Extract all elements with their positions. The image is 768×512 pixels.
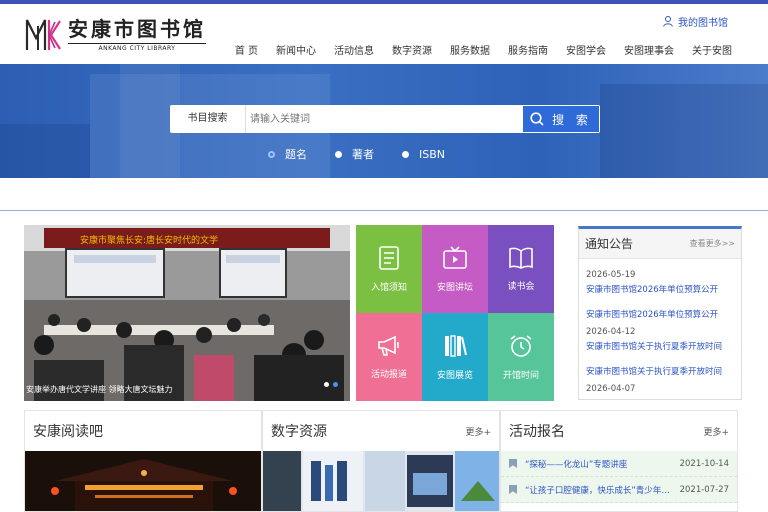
nav-item-news[interactable]: 新闻中心 xyxy=(276,42,316,57)
signup-panel-title: 活动报名 xyxy=(509,424,565,440)
banner-ground-shape xyxy=(0,124,90,178)
quick-link-tiles: 入馆须知 安图讲坛 读书会 活动报道 安图展览 开馆时间 xyxy=(356,225,554,401)
tile-visitor-guide[interactable]: 入馆须知 xyxy=(356,225,422,313)
open-book-icon xyxy=(509,247,533,269)
signup-date: 2021-10-14 xyxy=(679,458,729,469)
nav-item-council[interactable]: 安图理事会 xyxy=(624,42,674,57)
nav-item-digital[interactable]: 数字资源 xyxy=(392,42,432,57)
search-type-select[interactable]: 书目搜索 xyxy=(170,105,246,133)
radio-selected-icon xyxy=(268,150,275,158)
signup-panel-header: 活动报名 更多+ xyxy=(501,411,737,451)
signup-row[interactable]: “让孩子口腔健康，快乐成长”青少年公益讲座 2021-07-27 xyxy=(501,477,737,503)
tile-label: 活动报道 xyxy=(370,369,407,380)
notice-item[interactable]: 安康市图书馆2026年单位预算公开 xyxy=(586,308,734,320)
my-library-label: 我的图书馆 xyxy=(678,18,728,29)
reading-panel: 安康阅读吧 xyxy=(24,410,262,512)
nav-item-about[interactable]: 关于安图 xyxy=(692,42,732,57)
main-nav: 首 页 新闻中心 活动信息 数字资源 服务数据 服务指南 安图学会 安图理事会 … xyxy=(235,42,732,57)
tv-play-icon xyxy=(443,245,467,269)
reading-panel-header: 安康阅读吧 xyxy=(25,411,261,451)
tile-event-report[interactable]: 活动报道 xyxy=(356,313,422,401)
radio-title-label: 题名 xyxy=(285,148,307,161)
document-list-icon xyxy=(379,245,399,270)
nav-item-service-data[interactable]: 服务数据 xyxy=(450,42,490,57)
nav-item-events[interactable]: 活动信息 xyxy=(334,42,374,57)
nav-item-home[interactable]: 首 页 xyxy=(235,42,258,57)
notice-item[interactable]: 安康市图书馆2026年单位预算公开 xyxy=(586,283,734,295)
bookmark-icon xyxy=(509,459,517,468)
notice-panel: 通知公告 查看更多>> 2026-05-19 安康市图书馆2026年单位预算公开… xyxy=(578,226,742,400)
search-box: 书目搜索 搜 索 xyxy=(170,105,600,133)
signup-title: “探秘——化龙山”专题讲座 xyxy=(525,459,628,470)
digital-panel-title: 数字资源 xyxy=(271,424,327,440)
signup-date: 2021-07-27 xyxy=(679,484,729,495)
alarm-clock-icon xyxy=(510,334,532,357)
user-icon xyxy=(663,16,673,27)
digital-panel-photo[interactable] xyxy=(263,451,500,512)
books-icon xyxy=(445,334,467,357)
logo-mark-icon xyxy=(24,16,62,52)
site-logo[interactable]: 安康市图书馆 ANKANG CITY LIBRARY xyxy=(24,16,206,52)
my-library-link[interactable]: 我的图书馆 xyxy=(663,14,728,29)
tile-label: 入馆须知 xyxy=(370,282,407,293)
carousel-dot-active[interactable] xyxy=(333,382,338,387)
notice-list: 2026-05-19 安康市图书馆2026年单位预算公开 安康市图书馆2026年… xyxy=(579,259,741,399)
notice-item[interactable]: 安康市图书馆关于执行夏季开放时间 xyxy=(586,365,734,377)
notice-date: 2026-04-07 xyxy=(586,384,636,394)
tile-label: 读书会 xyxy=(507,281,535,292)
signup-more-link[interactable]: 更多+ xyxy=(703,425,729,438)
notice-title: 通知公告 xyxy=(585,237,634,251)
signup-row[interactable]: “探秘——化龙山”专题讲座 2021-10-14 xyxy=(501,451,737,477)
event-signup-panel: 活动报名 更多+ “探秘——化龙山”专题讲座 2021-10-14 “让孩子口腔… xyxy=(500,410,738,512)
tile-lecture[interactable]: 安图讲坛 xyxy=(422,225,488,313)
digital-more-link[interactable]: 更多+ xyxy=(465,425,491,438)
tile-exhibition[interactable]: 安图展览 xyxy=(422,313,488,401)
notice-header: 通知公告 查看更多>> xyxy=(579,229,741,259)
carousel-screen-text: 安康市聚焦长安:唐长安时代的文学 xyxy=(80,236,219,246)
bookmark-icon xyxy=(509,485,517,494)
radio-author-label: 著者 xyxy=(352,148,374,161)
digital-resources-panel: 数字资源 更多+ xyxy=(262,410,500,512)
notice-item[interactable]: 安康市图书馆关于执行夏季开放时间 xyxy=(586,340,734,352)
carousel-dots xyxy=(324,382,338,387)
radio-isbn[interactable]: ISBN xyxy=(402,146,445,162)
logo-name-cn: 安康市图书馆 xyxy=(68,16,206,41)
signup-title: “让孩子口腔健康，快乐成长”青少年公益讲座 xyxy=(525,485,674,496)
search-button-label: 搜 索 xyxy=(552,112,592,127)
notice-date: 2026-05-19 xyxy=(586,270,636,280)
carousel-dot[interactable] xyxy=(324,382,329,387)
tile-label: 安图讲坛 xyxy=(436,282,473,293)
section-divider xyxy=(0,210,768,211)
search-icon xyxy=(530,112,544,126)
nav-item-society[interactable]: 安图学会 xyxy=(566,42,606,57)
tile-opening-hours[interactable]: 开馆时间 xyxy=(488,313,554,401)
search-input[interactable] xyxy=(246,105,523,133)
tile-label: 开馆时间 xyxy=(502,370,539,381)
carousel-caption: 安康举办唐代文学讲座 领略大唐文坛魅力 xyxy=(26,385,173,394)
search-button[interactable]: 搜 索 xyxy=(523,106,599,132)
megaphone-icon xyxy=(378,335,399,356)
reading-panel-photo[interactable] xyxy=(25,451,262,512)
radio-unselected-icon xyxy=(402,150,409,158)
nav-item-service-guide[interactable]: 服务指南 xyxy=(508,42,548,57)
radio-unselected-icon xyxy=(335,150,342,158)
search-field-options: 题名 著者 ISBN xyxy=(268,146,445,162)
news-carousel[interactable]: 安康市聚焦长安:唐长安时代的文学 安康举办唐代文学讲座 领略大唐文坛魅力 xyxy=(24,225,350,401)
logo-name-en: ANKANG CITY LIBRARY xyxy=(68,42,206,52)
notice-more-link[interactable]: 查看更多>> xyxy=(690,238,735,249)
tile-label: 安图展览 xyxy=(436,370,473,381)
search-banner: 书目搜索 搜 索 题名 著者 ISBN xyxy=(0,64,768,178)
radio-isbn-label: ISBN xyxy=(419,147,446,161)
carousel-photo xyxy=(24,225,350,401)
tile-book-club[interactable]: 读书会 xyxy=(488,225,554,313)
reading-panel-title: 安康阅读吧 xyxy=(33,424,103,440)
banner-tree-shape xyxy=(600,84,768,178)
site-header: 安康市图书馆 ANKANG CITY LIBRARY 我的图书馆 首 页 新闻中… xyxy=(0,4,768,64)
radio-author[interactable]: 著者 xyxy=(335,146,374,162)
notice-date: 2026-04-12 xyxy=(586,327,636,337)
digital-panel-header: 数字资源 更多+ xyxy=(263,411,499,451)
radio-title[interactable]: 题名 xyxy=(268,146,307,162)
